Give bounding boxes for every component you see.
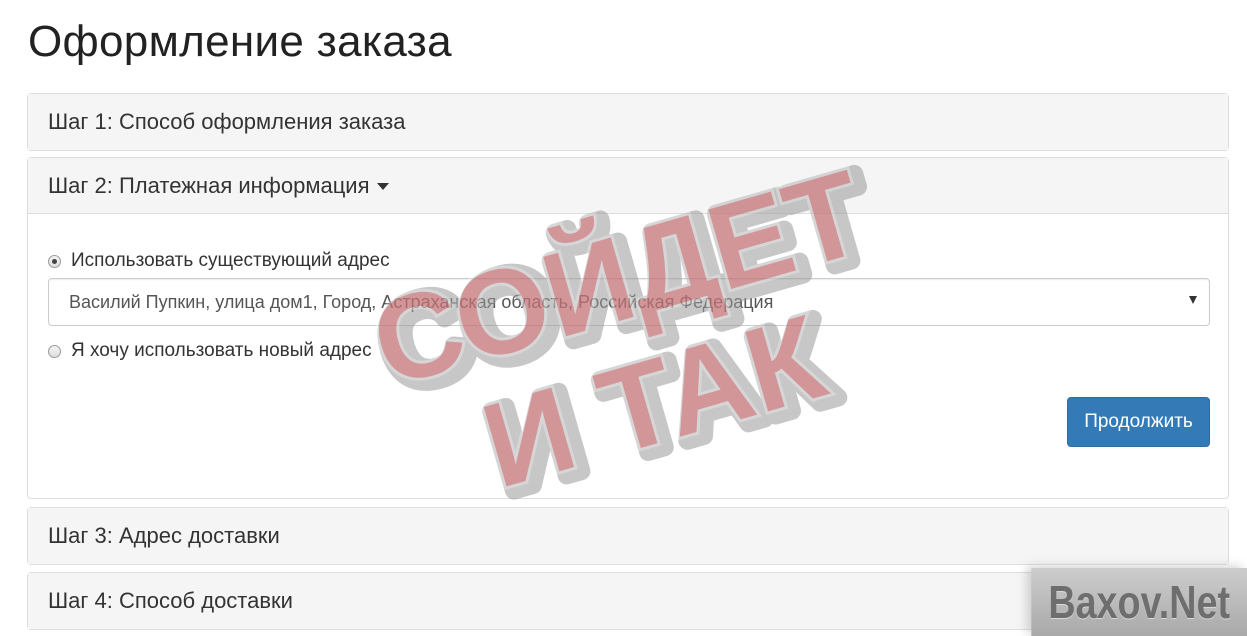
panel-step-3: Шаг 3: Адрес доставки (27, 507, 1229, 565)
address-select[interactable]: Василий Пупкин, улица дом1, Город, Астра… (48, 278, 1210, 326)
existing-address-radio[interactable] (48, 254, 61, 268)
new-address-radio[interactable] (48, 344, 61, 358)
existing-address-label: Использовать существующий адрес (71, 250, 390, 271)
watermark: Baxov.Net (1031, 568, 1247, 636)
existing-address-option[interactable]: Использовать существующий адрес (48, 250, 390, 272)
new-address-label: Я хочу использовать новый адрес (71, 340, 372, 361)
address-select-value: Василий Пупкин, улица дом1, Город, Астра… (69, 291, 774, 312)
select-arrow-icon (1189, 296, 1197, 304)
caret-down-icon (376, 183, 389, 190)
step-3-heading[interactable]: Шаг 3: Адрес доставки (28, 508, 1228, 564)
payment-form: Использовать существующий адрес Василий … (28, 214, 1228, 498)
panel-step-2: Шаг 2: Платежная информация Использовать… (27, 157, 1229, 499)
new-address-option[interactable]: Я хочу использовать новый адрес (48, 340, 372, 362)
step-3-label: Шаг 3: Адрес доставки (48, 523, 280, 548)
step-4-label: Шаг 4: Способ доставки (48, 588, 293, 613)
step-2-label: Шаг 2: Платежная информация (48, 172, 370, 198)
step-1-heading[interactable]: Шаг 1: Способ оформления заказа (28, 94, 1228, 150)
page-title: Оформление заказа (28, 17, 452, 66)
panel-step-1: Шаг 1: Способ оформления заказа (27, 93, 1229, 151)
step-1-label: Шаг 1: Способ оформления заказа (48, 109, 406, 134)
continue-button[interactable]: Продолжить (1067, 397, 1210, 447)
step-2-heading[interactable]: Шаг 2: Платежная информация (28, 158, 1228, 214)
